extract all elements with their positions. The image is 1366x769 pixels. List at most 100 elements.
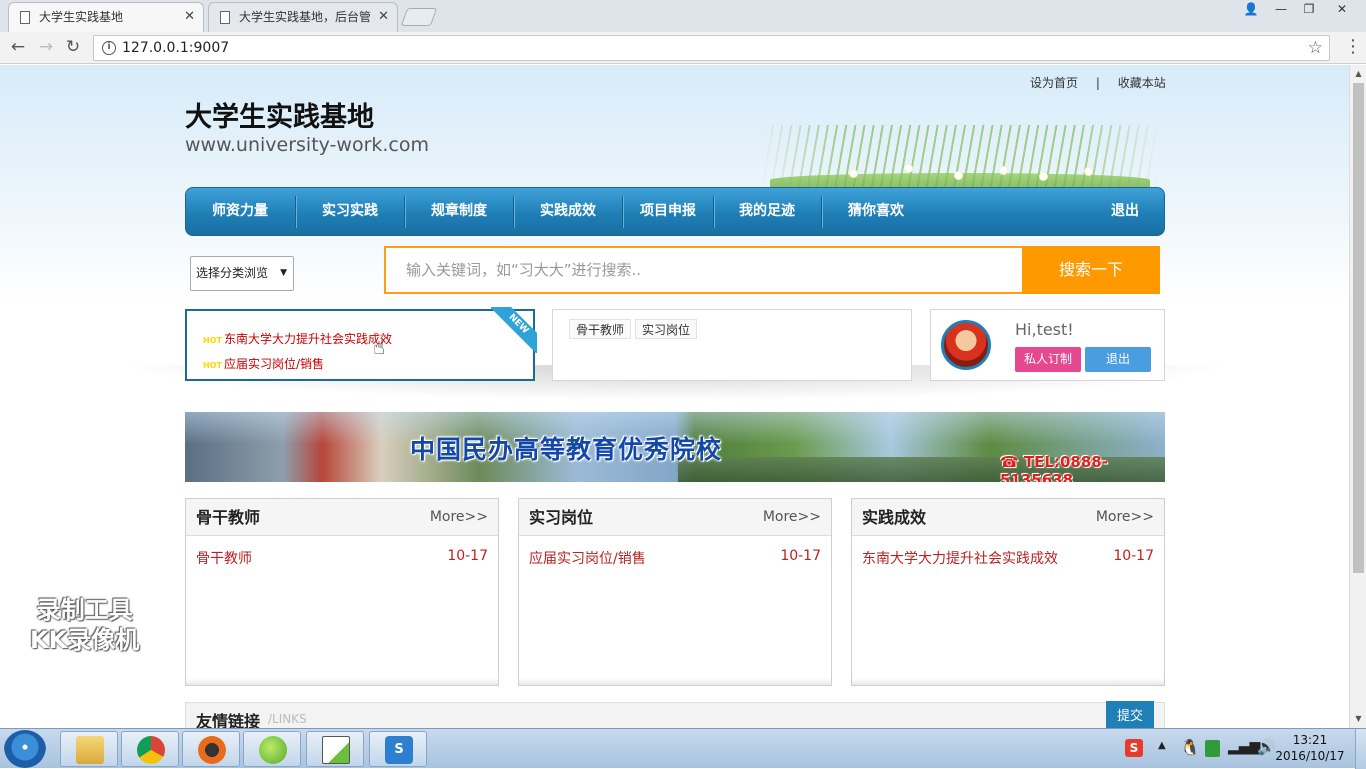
nav-item-rules[interactable]: 规章制度 [405,188,513,235]
page-scrollbar[interactable]: ▲ ▼ [1349,65,1366,728]
avatar[interactable] [941,320,991,370]
chrome-icon [137,736,165,764]
list-panel-footer [519,678,831,685]
more-link[interactable]: More>> [430,499,488,536]
category-select-value: 选择分类浏览 [196,266,269,280]
address-url[interactable]: 127.0.0.1:9007 [122,36,229,60]
nav-item-faculty[interactable]: 师资力量 [186,188,294,235]
new-tab-button[interactable] [400,8,438,26]
banner-phone: ☎ TEL:0888-5135638 [1000,453,1165,482]
site-url: www.university-work.com [185,134,430,156]
chevron-down-icon: ▼ [280,268,287,278]
flower-decoration [850,170,857,177]
nav-item-footprints[interactable]: 我的足迹 [714,188,820,235]
browser-tab-active[interactable]: 大学生实践基地 ✕ [8,2,204,32]
windows-taskbar: S S ▲ 🐧 ▂▄▆ 🔊 13:21 2016/10/17 [0,728,1366,769]
more-link[interactable]: More>> [763,499,821,536]
minimize-button[interactable]: — [1268,0,1294,20]
hot-news-text[interactable]: 东南大学大力提升社会实践成效 [224,332,392,346]
browser-tab[interactable]: 大学生实践基地，后台管 ✕ [208,2,398,32]
bookmark-star-icon[interactable]: ☆ [1308,36,1323,60]
tab-title: 大学生实践基地 [39,10,124,24]
category-select[interactable]: 选择分类浏览 ▼ [190,256,294,291]
taskbar-sogou[interactable]: S [369,731,427,767]
list-item[interactable]: 骨干教师 10-17 [196,548,488,568]
clock-date: 2016/10/17 [1275,749,1345,763]
taskbar-clock[interactable]: 13:21 2016/10/17 [1275,732,1345,764]
clock-time: 13:21 [1292,733,1328,747]
friend-links: 友情链接 /LINKS 提交 [185,701,1165,728]
list-item-title[interactable]: 骨干教师 [196,551,252,567]
nav-logout[interactable]: 退出 [1086,188,1164,235]
scrollbar-thumb[interactable] [1353,83,1364,573]
volume-icon[interactable]: 🔊 [1257,738,1276,756]
mouse-pointer-icon: ☝ [373,335,386,359]
banner-phone-text: TEL:0888-5135638 [1000,453,1108,482]
flower-decoration [1040,173,1047,180]
taskbar-app[interactable] [243,731,301,767]
back-icon[interactable]: ← [7,36,29,58]
user-panel: Hi,test! 私人订制 退出 [930,309,1165,381]
scroll-up-icon[interactable]: ▲ [1353,67,1364,81]
main-nav: 师资力量 实习实践 规章制度 实践成效 项目申报 我的足迹 猜你喜欢 退出 [185,187,1165,236]
search-placeholder: 输入关键词，如“习大大”进行搜索.. [406,261,642,279]
nav-item-recommend[interactable]: 猜你喜欢 [822,188,930,235]
list-panel-header: 骨干教师 More>> [186,499,498,536]
browser-tab-bar: 大学生实践基地 ✕ 大学生实践基地，后台管 ✕ 👤 — ❐ ✕ [0,0,1366,32]
taskbar-editor[interactable] [306,731,364,767]
network-icon[interactable]: ▂▄▆ [1228,739,1260,755]
list-item[interactable]: 应届实习岗位/销售 10-17 [529,548,821,568]
s-app-icon: S [385,736,413,764]
wechat-tray-icon[interactable] [1205,740,1220,757]
tab-close-icon[interactable]: ✕ [378,3,389,31]
search-button[interactable]: 搜索一下 [1022,246,1160,294]
list-item-title[interactable]: 应届实习岗位/销售 [529,551,646,567]
logout-button[interactable]: 退出 [1085,347,1151,372]
scroll-down-icon[interactable]: ▼ [1353,712,1364,726]
sogou-ime-icon[interactable]: S [1125,739,1143,757]
custom-order-button[interactable]: 私人订制 [1015,347,1081,372]
hot-news-item[interactable]: HOT 东南大学大力提升社会实践成效 [203,330,392,347]
nav-item-internship[interactable]: 实习实践 [296,188,404,235]
campus-banner[interactable]: 中国民办高等教育优秀院校 ☎ TEL:0888-5135638 [185,412,1165,482]
page-icon [220,11,230,24]
submit-link-button[interactable]: 提交 [1106,701,1154,728]
set-homepage-link[interactable]: 设为首页 [1030,76,1078,90]
taskbar-recorder[interactable] [182,731,240,767]
qq-icon[interactable]: 🐧 [1180,738,1200,757]
more-link[interactable]: More>> [1096,499,1154,536]
hot-news-text[interactable]: 应届实习岗位/销售 [224,357,324,371]
user-icon[interactable]: 👤 [1238,0,1264,20]
tag-item[interactable]: 骨干教师 [569,319,632,339]
close-window-button[interactable]: ✕ [1324,0,1360,20]
new-badge: NEW [491,307,537,353]
taskbar-chrome[interactable] [121,731,179,767]
flower-decoration [905,165,912,172]
nav-item-projects[interactable]: 项目申报 [623,188,713,235]
banner-slogan: 中国民办高等教育优秀院校 [410,435,723,464]
menu-icon[interactable]: ⋮ [1344,36,1362,58]
bookmark-site-link[interactable]: 收藏本站 [1118,76,1166,90]
nav-item-results[interactable]: 实践成效 [514,188,622,235]
search-input[interactable]: 输入关键词，如“习大大”进行搜索.. [384,246,1024,294]
list-panel-internship: 实习岗位 More>> 应届实习岗位/销售 10-17 [518,498,832,686]
list-item[interactable]: 东南大学大力提升社会实践成效 10-17 [862,548,1154,568]
tag-item[interactable]: 实习岗位 [635,319,698,339]
tab-close-icon[interactable]: ✕ [184,3,195,31]
top-links: 设为首页 | 收藏本站 [1030,74,1180,91]
ball-icon [259,736,287,764]
reload-icon[interactable]: ↻ [62,36,84,58]
address-bar[interactable]: i 127.0.0.1:9007 ☆ [93,35,1330,61]
list-item-title[interactable]: 东南大学大力提升社会实践成效 [862,551,1058,567]
info-icon[interactable]: i [102,41,116,55]
watermark-line: KK录像机 [30,626,140,654]
forward-icon[interactable]: → [35,36,57,58]
show-desktop-button[interactable] [1355,729,1366,769]
hot-news-item[interactable]: HOT 应届实习岗位/销售 [203,355,324,372]
restore-button[interactable]: ❐ [1296,0,1322,20]
taskbar-explorer[interactable] [60,731,118,767]
site-title[interactable]: 大学生实践基地 [185,95,374,134]
tray-expand-icon[interactable]: ▲ [1158,740,1166,751]
list-panel-title: 骨干教师 [196,508,261,527]
start-button[interactable] [4,730,46,768]
